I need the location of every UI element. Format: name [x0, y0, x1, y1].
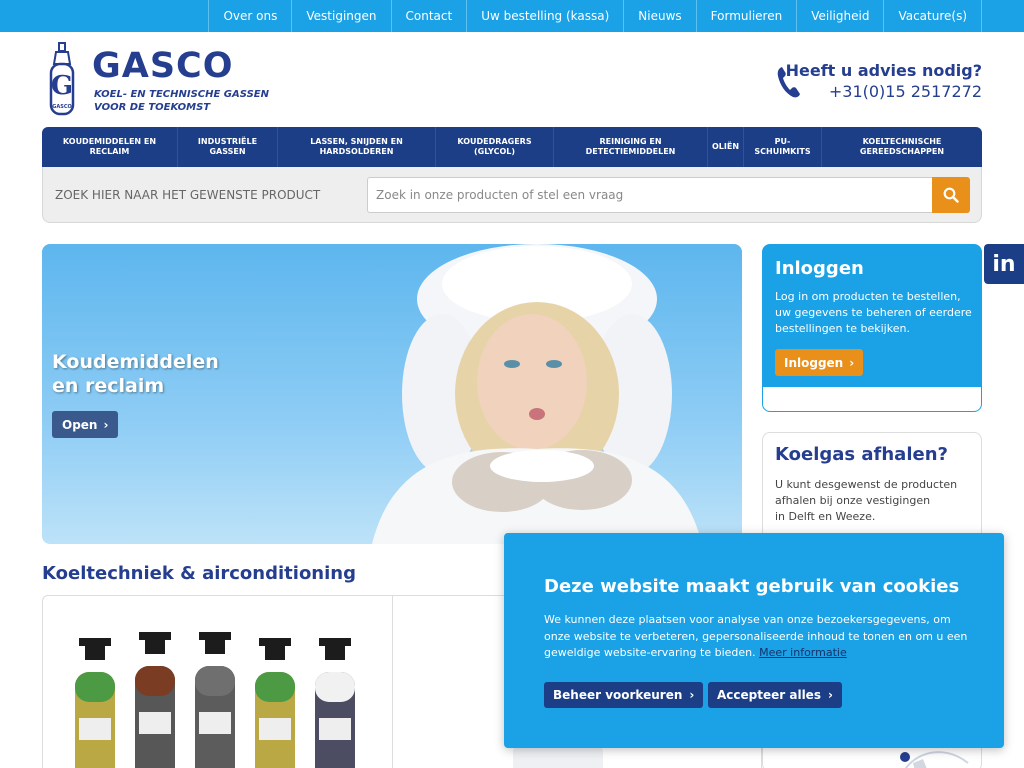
top-navigation: Over ons Vestigingen Contact Uw bestelli… [208, 0, 982, 32]
mainnav-koudemiddelen[interactable]: KOUDEMIDDELEN EN RECLAIM [42, 127, 178, 167]
cookie-more-info-link[interactable]: Meer informatie [759, 646, 847, 659]
cookie-banner: Deze website maakt gebruik van cookies W… [504, 533, 1004, 748]
cookie-manage-button[interactable]: Beheer voorkeuren › [544, 682, 704, 708]
mainnav-koudedragers[interactable]: KOUDEDRAGERS (GLYCOL) [436, 127, 554, 167]
pickup-text: U kunt desgewenst de producten afhalen b… [775, 478, 958, 523]
hero-title: Koudemiddelen en reclaim [52, 351, 219, 397]
logo-tagline-line2: VOOR DE TOEKOMST [94, 102, 211, 113]
cylinder-white [315, 638, 355, 768]
section-title: Koeltechniek & airconditioning [42, 563, 356, 584]
gas-cylinder-logo-icon: G GASCO [49, 42, 75, 116]
logo-emblem-text: GASCO [52, 104, 72, 110]
logo-tagline-line1: KOEL- EN TECHNISCHE GASSEN [94, 89, 269, 100]
logo-name: GASCO [92, 46, 234, 86]
mainnav-lassen[interactable]: LASSEN, SNIJDEN EN HARDSOLDEREN [278, 127, 436, 167]
login-button[interactable]: Inloggen › [775, 349, 864, 376]
mainnav-reiniging[interactable]: REINIGING EN DETECTIEMIDDELEN [554, 127, 708, 167]
mainnav-pu-schuimkits[interactable]: PU- SCHUIMKITS [744, 127, 822, 167]
linkedin-icon[interactable]: in [984, 244, 1024, 284]
pickup-title: Koelgas afhalen? [775, 444, 948, 465]
advice-title: Heeft u advies nodig? [785, 61, 982, 80]
cookie-title: Deze website maakt gebruik van cookies [544, 576, 960, 597]
login-panel-footer [763, 387, 981, 411]
cookie-text: We kunnen deze plaatsen voor analyse van… [544, 613, 968, 659]
cylinder-brown [135, 632, 175, 768]
hero-open-button[interactable]: Open › [52, 411, 119, 438]
advice-contact: Heeft u advies nodig? +31(0)15 2517272 [776, 61, 982, 101]
chevron-right-icon: › [689, 688, 695, 702]
hero-open-label: Open [62, 417, 98, 432]
top-bar: Over ons Vestigingen Contact Uw bestelli… [0, 0, 1024, 32]
main-navigation: KOUDEMIDDELEN EN RECLAIM INDUSTRIËLE GASSE… [42, 127, 982, 167]
topnav-over-ons[interactable]: Over ons [208, 0, 291, 32]
topnav-formulieren[interactable]: Formulieren [695, 0, 797, 32]
cookie-accept-label: Accepteer alles [717, 688, 821, 702]
site-logo[interactable]: G GASCO GASCO KOEL- EN TECHNISCHE GASSEN… [42, 42, 282, 118]
cookie-manage-label: Beheer voorkeuren [553, 688, 683, 702]
gas-cylinders-image [75, 632, 355, 768]
search-icon [943, 187, 959, 203]
mainnav-industriele-gassen[interactable]: INDUSTRIËLE GASSEN [178, 127, 278, 167]
cylinder-green-2 [255, 638, 295, 768]
hero-photo-woman-in-fur-hat [372, 244, 702, 544]
cookie-accept-button[interactable]: Accepteer alles › [708, 682, 842, 708]
topnav-vestigingen[interactable]: Vestigingen [291, 0, 390, 32]
logo-tagline: KOEL- EN TECHNISCHE GASSEN VOOR DE TOEKO… [94, 88, 269, 114]
cylinder-green [75, 638, 115, 768]
chevron-right-icon: › [827, 688, 833, 702]
login-button-label: Inloggen [784, 355, 844, 370]
hero-banner: Koudemiddelen en reclaim Open › [42, 244, 742, 544]
search-button[interactable] [932, 177, 970, 213]
mainnav-gereedschappen[interactable]: KOELTECHNISCHE GEREEDSCHAPPEN [822, 127, 982, 167]
advice-phone[interactable]: +31(0)15 2517272 [829, 82, 982, 101]
search-input[interactable] [367, 177, 933, 213]
login-panel: Inloggen Log in om producten te bestelle… [762, 244, 982, 412]
chevron-right-icon: › [103, 417, 109, 432]
login-text: Log in om producten te bestellen, uw geg… [775, 290, 972, 335]
product-card-cylinders[interactable] [43, 596, 393, 768]
svg-text:G: G [51, 71, 73, 101]
cylinder-grey [195, 632, 235, 768]
topnav-bestelling[interactable]: Uw bestelling (kassa) [466, 0, 623, 32]
search-label: ZOEK HIER NAAR HET GEWENSTE PRODUCT [55, 188, 321, 202]
topnav-nieuws[interactable]: Nieuws [623, 0, 695, 32]
topnav-vacatures[interactable]: Vacature(s) [883, 0, 982, 32]
login-title: Inloggen [775, 258, 864, 279]
mainnav-olien[interactable]: OLIËN [708, 127, 744, 167]
topnav-contact[interactable]: Contact [390, 0, 467, 32]
chevron-right-icon: › [849, 355, 855, 370]
search-bar: ZOEK HIER NAAR HET GEWENSTE PRODUCT [42, 167, 982, 223]
topnav-veiligheid[interactable]: Veiligheid [796, 0, 883, 32]
